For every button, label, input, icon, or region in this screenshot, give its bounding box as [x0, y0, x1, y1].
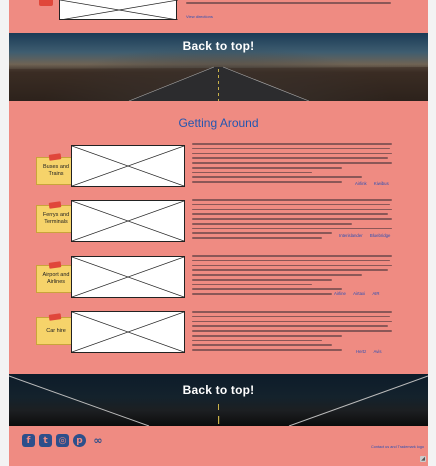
sticky-note: Airport and Airlines [36, 261, 76, 293]
link-avis[interactable]: Avis [373, 349, 381, 354]
transport-row-car-hire: Car hire Hertz Avis [9, 309, 428, 357]
transport-links: Interislander Bluebridge [333, 233, 390, 238]
link-airline[interactable]: Airline [334, 291, 346, 296]
tripadvisor-icon[interactable]: ∞ [90, 434, 106, 447]
sticky-note-label: Ferrys and Terminals [42, 212, 70, 225]
getting-around-section: Getting Around Buses and Trains Airlink … [9, 101, 428, 374]
sticky-note-pin [39, 0, 53, 6]
facebook-icon[interactable]: f [22, 434, 35, 447]
link-interislander[interactable]: Interislander [339, 233, 363, 238]
transport-links: Airline Airtaxi AIR [328, 291, 379, 296]
transport-row-buses: Buses and Trains Airlink Kiwibus [9, 143, 428, 191]
view-directions-link[interactable]: View directions [186, 14, 213, 19]
footer: f t ◎ p ∞ Contact us and Trademark logo … [9, 426, 428, 466]
image-placeholder [71, 311, 185, 353]
pin-icon [48, 201, 62, 209]
pin-icon [48, 261, 62, 269]
link-hertz[interactable]: Hertz [356, 349, 366, 354]
image-placeholder [59, 0, 178, 20]
transport-row-airports: Airport and Airlines Airline Airtaxi AIR [9, 255, 428, 303]
link-bluebridge[interactable]: Bluebridge [370, 233, 391, 238]
body-text [192, 311, 392, 354]
link-kiwibus[interactable]: Kiwibus [374, 181, 389, 186]
back-to-top-link[interactable]: Back to top! [9, 39, 428, 53]
previous-section: View directions [9, 0, 428, 33]
body-text [192, 143, 392, 186]
transport-links: Airlink Kiwibus [349, 181, 389, 186]
window-edge [428, 0, 436, 466]
pin-icon [48, 153, 62, 161]
social-links: f t ◎ p ∞ [22, 434, 106, 447]
back-to-top-banner[interactable]: Back to top! [9, 33, 428, 101]
pinterest-icon[interactable]: p [73, 434, 86, 447]
pin-icon [48, 313, 62, 321]
back-to-top-link[interactable]: Back to top! [9, 383, 428, 397]
transport-links: Hertz Avis [350, 349, 382, 354]
image-placeholder [71, 145, 185, 187]
contact-trademark-link[interactable]: Contact us and Trademark logo [371, 445, 424, 449]
resize-handle-icon[interactable]: ◢ [420, 456, 426, 462]
sticky-note: Ferrys and Terminals [36, 201, 76, 233]
section-title: Getting Around [178, 116, 259, 130]
sticky-note: Buses and Trains [36, 153, 76, 185]
sticky-note-label: Buses and Trains [43, 164, 69, 177]
sticky-note: Car hire [36, 313, 76, 345]
image-placeholder [71, 200, 185, 242]
link-air[interactable]: AIR [372, 291, 379, 296]
link-airlink[interactable]: Airlink [355, 181, 367, 186]
page: View directions Back to top! Getting Aro… [9, 0, 428, 466]
back-to-top-banner[interactable]: Back to top! [9, 374, 428, 426]
sticky-note-label: Car hire [46, 327, 66, 334]
twitter-icon[interactable]: t [39, 434, 52, 447]
sticky-note-label: Airport and Airlines [42, 272, 70, 285]
link-airtaxi[interactable]: Airtaxi [353, 291, 365, 296]
instagram-icon[interactable]: ◎ [56, 434, 69, 447]
transport-row-ferries: Ferrys and Terminals Interislander Blueb… [9, 199, 428, 247]
body-text [186, 2, 396, 7]
image-placeholder [71, 256, 185, 298]
